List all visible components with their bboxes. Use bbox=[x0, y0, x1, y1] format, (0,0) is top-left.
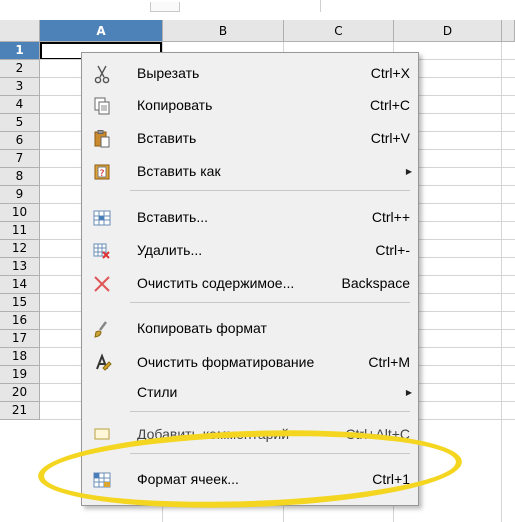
menu-item-shortcut: Ctrl+- bbox=[375, 242, 410, 258]
menu-item-copy[interactable]: Копировать Ctrl+C bbox=[82, 91, 418, 120]
submenu-arrow-icon: ▶ bbox=[405, 167, 412, 176]
row-header-8[interactable]: 8 bbox=[0, 168, 40, 186]
row-header-18[interactable]: 18 bbox=[0, 348, 40, 366]
column-header-d[interactable]: D bbox=[394, 20, 502, 42]
menu-item-clone-formatting[interactable]: Копировать формат bbox=[82, 314, 418, 343]
formula-bar-area bbox=[0, 0, 515, 20]
menu-separator bbox=[130, 302, 410, 303]
column-header-c[interactable]: C bbox=[284, 20, 394, 42]
scissors-icon bbox=[92, 64, 112, 84]
menu-item-clear-contents[interactable]: Очистить содержимое... Backspace bbox=[82, 269, 418, 298]
row-header-20[interactable]: 20 bbox=[0, 384, 40, 402]
menu-item-label: Стили bbox=[137, 384, 178, 400]
formula-bar-divider bbox=[320, 0, 321, 12]
menu-separator bbox=[130, 411, 410, 412]
row-header-12[interactable]: 12 bbox=[0, 240, 40, 258]
row-header-21[interactable]: 21 bbox=[0, 402, 40, 420]
row-header-4[interactable]: 4 bbox=[0, 96, 40, 114]
row-header-15[interactable]: 15 bbox=[0, 294, 40, 312]
menu-item-cut[interactable]: Вырезать Ctrl+X bbox=[82, 59, 418, 88]
row-header-2[interactable]: 2 bbox=[0, 60, 40, 78]
column-gridline bbox=[501, 42, 502, 522]
menu-item-shortcut: Backspace bbox=[341, 275, 410, 291]
format-paintbrush-icon bbox=[92, 319, 112, 339]
menu-item-shortcut: Ctrl+C bbox=[369, 97, 410, 113]
submenu-arrow-icon: ▶ bbox=[405, 388, 412, 397]
row-header-3[interactable]: 3 bbox=[0, 78, 40, 96]
menu-item-styles[interactable]: Стили ▶ bbox=[82, 378, 418, 407]
name-box-edge[interactable] bbox=[150, 2, 180, 12]
column-header-e-partial[interactable] bbox=[502, 20, 515, 42]
clear-contents-icon bbox=[92, 274, 112, 294]
row-header-11[interactable]: 11 bbox=[0, 222, 40, 240]
menu-item-clear-formatting[interactable]: Очистить форматирование Ctrl+M bbox=[82, 348, 418, 377]
menu-item-label: Вставить как bbox=[137, 163, 221, 179]
menu-item-label: Копировать формат bbox=[137, 320, 267, 336]
menu-item-shortcut: Ctrl+M bbox=[368, 354, 410, 370]
svg-text:?: ? bbox=[100, 169, 105, 179]
comment-icon bbox=[92, 425, 112, 445]
menu-item-delete[interactable]: Удалить... Ctrl+- bbox=[82, 236, 418, 265]
row-header-14[interactable]: 14 bbox=[0, 276, 40, 294]
menu-item-paste-special[interactable]: ? Вставить как ▶ bbox=[82, 157, 418, 186]
row-header-1[interactable]: 1 bbox=[0, 42, 40, 60]
menu-item-shortcut: Ctrl+V bbox=[370, 130, 410, 146]
menu-item-label: Копировать bbox=[137, 97, 213, 113]
menu-item-shortcut: Ctrl+X bbox=[370, 65, 410, 81]
menu-item-label: Вырезать bbox=[137, 65, 200, 81]
row-header-10[interactable]: 10 bbox=[0, 204, 40, 222]
menu-item-label: Вставить... bbox=[137, 209, 209, 225]
select-all-corner[interactable] bbox=[0, 20, 40, 42]
menu-item-label: Очистить форматирование bbox=[137, 354, 315, 370]
menu-item-paste[interactable]: Вставить Ctrl+V bbox=[82, 124, 418, 153]
paste-icon bbox=[92, 129, 112, 149]
row-header-16[interactable]: 16 bbox=[0, 312, 40, 330]
row-header-13[interactable]: 13 bbox=[0, 258, 40, 276]
menu-item-label: Вставить bbox=[137, 130, 197, 146]
column-header-a[interactable]: A bbox=[40, 20, 163, 42]
menu-separator bbox=[130, 190, 410, 191]
column-header-b[interactable]: B bbox=[163, 20, 284, 42]
row-header-19[interactable]: 19 bbox=[0, 366, 40, 384]
row-header-6[interactable]: 6 bbox=[0, 132, 40, 150]
row-header-17[interactable]: 17 bbox=[0, 330, 40, 348]
row-header-9[interactable]: 9 bbox=[0, 186, 40, 204]
menu-item-insert[interactable]: Вставить... Ctrl++ bbox=[82, 203, 418, 232]
insert-cells-icon bbox=[92, 208, 112, 228]
delete-cells-icon bbox=[92, 241, 112, 261]
row-header-7[interactable]: 7 bbox=[0, 150, 40, 168]
menu-item-label: Удалить... bbox=[137, 242, 203, 258]
paste-special-icon: ? bbox=[92, 162, 112, 182]
menu-item-shortcut: Ctrl++ bbox=[371, 209, 410, 225]
menu-item-label: Очистить содержимое... bbox=[137, 275, 295, 291]
copy-icon bbox=[92, 96, 112, 116]
row-header-5[interactable]: 5 bbox=[0, 114, 40, 132]
clear-formatting-icon bbox=[92, 353, 112, 373]
